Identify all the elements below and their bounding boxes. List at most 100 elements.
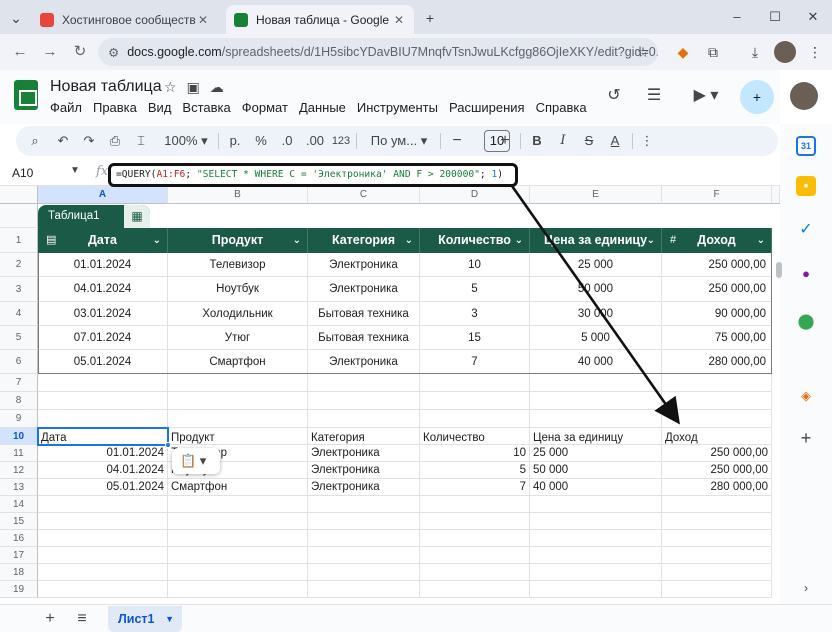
table-cell[interactable]: 05.01.2024 <box>38 350 168 374</box>
cell[interactable] <box>308 581 420 598</box>
row-header[interactable]: 18 <box>0 564 38 581</box>
font-select[interactable]: По ум... ▾ <box>364 131 434 151</box>
row-header[interactable]: 12 <box>0 462 38 479</box>
query-result-cell[interactable]: 280 000,00 <box>662 479 772 496</box>
table-column-header[interactable]: Доход # ⌄ <box>662 228 772 253</box>
document-title[interactable]: Новая таблица <box>50 78 162 96</box>
cell[interactable] <box>38 581 168 598</box>
cell[interactable] <box>420 496 530 513</box>
row-header[interactable]: 7 <box>0 374 38 392</box>
query-header-cell[interactable]: Цена за единицу <box>530 428 662 445</box>
table-column-header[interactable]: Дата ▤ ⌄ <box>38 228 168 253</box>
cell[interactable] <box>38 496 168 513</box>
search-menus-icon[interactable]: ⌕ <box>26 131 44 151</box>
table-cell[interactable]: 250 000,00 <box>662 253 772 277</box>
tab-search-icon[interactable]: ⌄ <box>6 8 26 28</box>
close-tab-icon[interactable]: ✕ <box>196 13 210 27</box>
close-tab-icon[interactable]: ✕ <box>392 13 406 27</box>
table-cell[interactable]: Смартфон <box>168 350 308 374</box>
cell[interactable] <box>530 374 662 392</box>
row-header[interactable]: 13 <box>0 479 38 496</box>
query-header-cell[interactable]: Дата <box>38 428 168 445</box>
menu-insert[interactable]: Вставка <box>182 100 230 115</box>
cell[interactable] <box>420 513 530 530</box>
cell[interactable] <box>308 513 420 530</box>
font-size-increase-icon[interactable]: + <box>496 131 514 151</box>
table-cell[interactable]: 01.01.2024 <box>38 253 168 277</box>
table-cell[interactable]: Бытовая техника <box>308 326 420 350</box>
cell[interactable] <box>308 547 420 564</box>
version-history-icon[interactable]: ↺ <box>602 84 626 108</box>
cell[interactable] <box>420 530 530 547</box>
cell[interactable] <box>308 530 420 547</box>
column-header[interactable]: E <box>530 186 662 204</box>
cell[interactable] <box>308 564 420 581</box>
vertical-scrollbar[interactable] <box>776 262 782 278</box>
menu-extensions[interactable]: Расширения <box>449 100 525 115</box>
reload-icon[interactable]: ↻ <box>70 42 90 62</box>
cell[interactable] <box>662 513 772 530</box>
menu-data[interactable]: Данные <box>299 100 346 115</box>
query-result-cell[interactable]: 5 <box>420 462 530 479</box>
table-cell[interactable]: 15 <box>420 326 530 350</box>
column-header[interactable]: A <box>38 186 168 204</box>
menu-edit[interactable]: Правка <box>93 100 137 115</box>
currency-button[interactable]: р. <box>226 131 244 151</box>
table-cell[interactable]: 40 000 <box>530 350 662 374</box>
chevron-down-icon[interactable]: ⌄ <box>757 228 765 253</box>
minimize-icon[interactable]: – <box>728 8 746 26</box>
url-input[interactable]: ⚙ docs.google.com/spreadsheets/d/1H5sibc… <box>98 38 658 66</box>
tasks-icon[interactable]: ✓ <box>796 220 816 240</box>
cell[interactable] <box>530 496 662 513</box>
cell[interactable] <box>168 374 308 392</box>
table-cell[interactable]: 5 000 <box>530 326 662 350</box>
cell[interactable] <box>662 547 772 564</box>
table-cell[interactable]: Утюг <box>168 326 308 350</box>
table-cell[interactable]: Ноутбук <box>168 277 308 302</box>
row-header[interactable]: 5 <box>0 326 38 350</box>
query-result-cell[interactable]: 05.01.2024 <box>38 479 168 496</box>
menu-tools[interactable]: Инструменты <box>357 100 438 115</box>
collapse-panel-icon[interactable]: › <box>796 578 816 598</box>
cell[interactable] <box>168 392 308 410</box>
row-header[interactable]: 15 <box>0 513 38 530</box>
browser-tab-inactive[interactable]: Хостинговое сообщество «Tim ✕ <box>32 5 218 34</box>
calendar-icon[interactable]: 31 <box>796 136 816 156</box>
print-icon[interactable]: ⎙ <box>106 131 124 151</box>
query-header-cell[interactable]: Категория <box>308 428 420 445</box>
name-box-dropdown-icon[interactable]: ▼ <box>70 165 80 176</box>
chevron-down-icon[interactable]: ⌄ <box>293 228 301 253</box>
column-header[interactable] <box>772 186 780 204</box>
cell[interactable] <box>662 581 772 598</box>
row-header[interactable]: 8 <box>0 392 38 410</box>
cell[interactable] <box>308 392 420 410</box>
fill-handle[interactable] <box>165 442 171 448</box>
cell[interactable] <box>420 581 530 598</box>
table-cell[interactable]: 3 <box>420 302 530 326</box>
cell[interactable] <box>662 410 772 428</box>
undo-icon[interactable]: ↶ <box>54 131 72 151</box>
cell[interactable] <box>168 530 308 547</box>
cell[interactable] <box>662 496 772 513</box>
column-header[interactable]: B <box>168 186 308 204</box>
select-all-corner[interactable] <box>0 186 38 204</box>
cell[interactable] <box>38 530 168 547</box>
menu-format[interactable]: Формат <box>242 100 288 115</box>
cell[interactable] <box>38 564 168 581</box>
table-cell[interactable]: Телевизор <box>168 253 308 277</box>
chevron-down-icon[interactable]: ▼ <box>165 606 174 632</box>
cell[interactable] <box>38 547 168 564</box>
chevron-down-icon[interactable]: ⌄ <box>515 228 523 253</box>
strikethrough-icon[interactable]: S <box>580 131 598 151</box>
cell[interactable] <box>662 530 772 547</box>
cell[interactable] <box>308 374 420 392</box>
query-result-cell[interactable]: Электроника <box>308 445 420 462</box>
row-header[interactable]: 14 <box>0 496 38 513</box>
table-cell[interactable]: 5 <box>420 277 530 302</box>
table-cell[interactable]: 03.01.2024 <box>38 302 168 326</box>
table-cell[interactable]: Электроника <box>308 253 420 277</box>
table-cell[interactable]: 90 000,00 <box>662 302 772 326</box>
query-header-cell[interactable]: Количество <box>420 428 530 445</box>
chevron-down-icon[interactable]: ⌄ <box>153 228 161 253</box>
contacts-icon[interactable]: ● <box>796 264 816 284</box>
